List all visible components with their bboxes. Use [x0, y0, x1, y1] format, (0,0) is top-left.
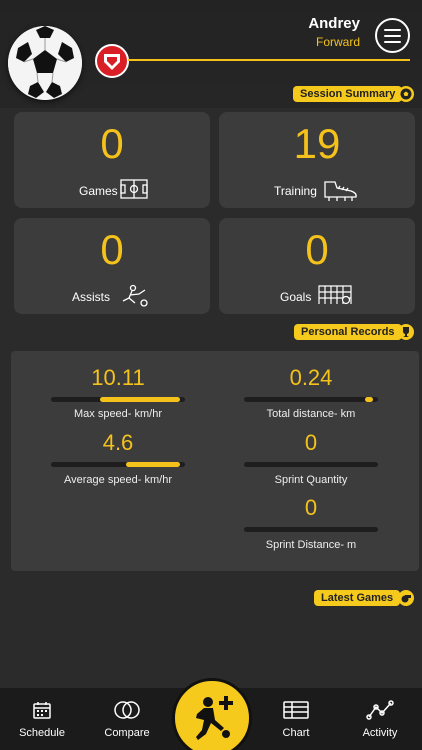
- training-label: Training: [274, 184, 317, 198]
- max-speed-value: 10.11: [91, 365, 145, 390]
- training-count: 19: [293, 120, 341, 167]
- club-logo: [95, 44, 129, 78]
- total-distance-value: 0.24: [289, 365, 333, 390]
- pitch-icon: [120, 178, 148, 205]
- goals-count: 0: [305, 226, 329, 273]
- tab-compare[interactable]: Compare: [85, 688, 169, 750]
- sprint-quantity-label: Sprint Quantity: [274, 474, 348, 486]
- sprint-quantity-bar: [244, 462, 378, 467]
- goals-card[interactable]: 0 Goals: [219, 218, 415, 314]
- assists-label: Assists: [72, 290, 111, 304]
- tab-chart[interactable]: Chart: [254, 688, 338, 750]
- games-card[interactable]: 0 Games: [14, 112, 210, 208]
- player-position: Forward: [315, 35, 360, 49]
- sprint-distance-bar: [244, 527, 378, 532]
- trophy-icon: [398, 324, 414, 340]
- whistle-icon: [398, 590, 414, 606]
- menu-button[interactable]: [375, 18, 410, 53]
- personal-records-title: Personal Records: [294, 324, 402, 340]
- header-divider: [128, 59, 410, 61]
- average-speed-value: 4.6: [102, 430, 134, 455]
- goals-label: Goals: [280, 290, 312, 304]
- latest-games-title: Latest Games: [314, 590, 401, 606]
- player-add-icon: [196, 696, 233, 740]
- add-session-button[interactable]: [172, 678, 252, 750]
- soccer-ball-small-icon: [398, 86, 414, 102]
- tab-schedule[interactable]: Schedule: [0, 688, 84, 750]
- assists-card[interactable]: 0 Assists: [14, 218, 210, 314]
- total-distance-label: Total distance- km: [266, 408, 356, 420]
- sprint-distance-label: Sprint Distance- m: [265, 539, 357, 551]
- sprint-quantity-value: 0: [304, 430, 318, 455]
- club-crest-icon: [104, 54, 120, 70]
- tab-schedule-label: Schedule: [19, 727, 65, 739]
- tab-activity[interactable]: Activity: [338, 688, 422, 750]
- tab-compare-label: Compare: [104, 727, 150, 739]
- player-kick-icon: [119, 284, 149, 313]
- player-name: Andrey: [308, 15, 360, 32]
- personal-records-panel: 10.11 Max speed- km/hr 0.24 Total distan…: [11, 351, 419, 571]
- max-speed-bar: [51, 397, 185, 402]
- soccer-ball-icon: [8, 26, 82, 100]
- tab-activity-label: Activity: [362, 727, 398, 739]
- max-speed-label: Max speed- km/hr: [73, 408, 163, 420]
- average-speed-label: Average speed- km/hr: [63, 474, 173, 486]
- menu-icon: [384, 28, 401, 31]
- sprint-distance-value: 0: [304, 495, 318, 520]
- table-chart-icon: [254, 700, 338, 720]
- average-speed-bar: [51, 462, 185, 467]
- activity-graph-icon: [338, 700, 422, 720]
- calendar-icon: [0, 700, 84, 720]
- session-summary-title: Session Summary: [293, 86, 403, 102]
- total-distance-bar: [244, 397, 378, 402]
- games-label: Games: [79, 184, 118, 198]
- games-count: 0: [100, 120, 124, 167]
- compare-circles-icon: [85, 700, 169, 720]
- goal-net-icon: [317, 284, 353, 311]
- assists-count: 0: [100, 226, 124, 273]
- football-boot-icon: [321, 178, 359, 207]
- tab-chart-label: Chart: [282, 727, 310, 739]
- player-avatar[interactable]: [8, 26, 82, 100]
- training-card[interactable]: 19 Training: [219, 112, 415, 208]
